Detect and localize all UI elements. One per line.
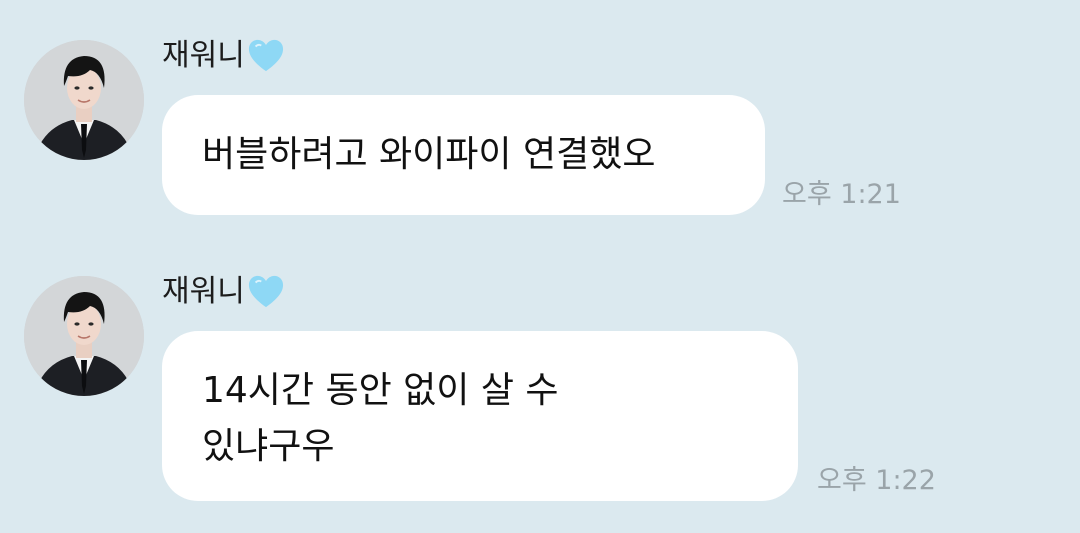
sender-name: 재워니 (162, 272, 285, 312)
avatar[interactable] (24, 276, 144, 396)
heart-icon (248, 275, 283, 308)
message-bubble[interactable]: 14시간 동안 없이 살 수 있냐구우 (162, 331, 798, 501)
avatar-photo (24, 276, 144, 396)
sender-name-text: 재워니 (162, 274, 245, 309)
message-timestamp: 오후 1:22 (817, 465, 936, 496)
message-text-line: 있냐구우 (202, 426, 335, 467)
message-text-line: 14시간 동안 없이 살 수 (202, 370, 559, 411)
chat-message: 재워니 14시간 동안 없이 살 수 있냐구우 오후 1:22 (0, 0, 1080, 533)
